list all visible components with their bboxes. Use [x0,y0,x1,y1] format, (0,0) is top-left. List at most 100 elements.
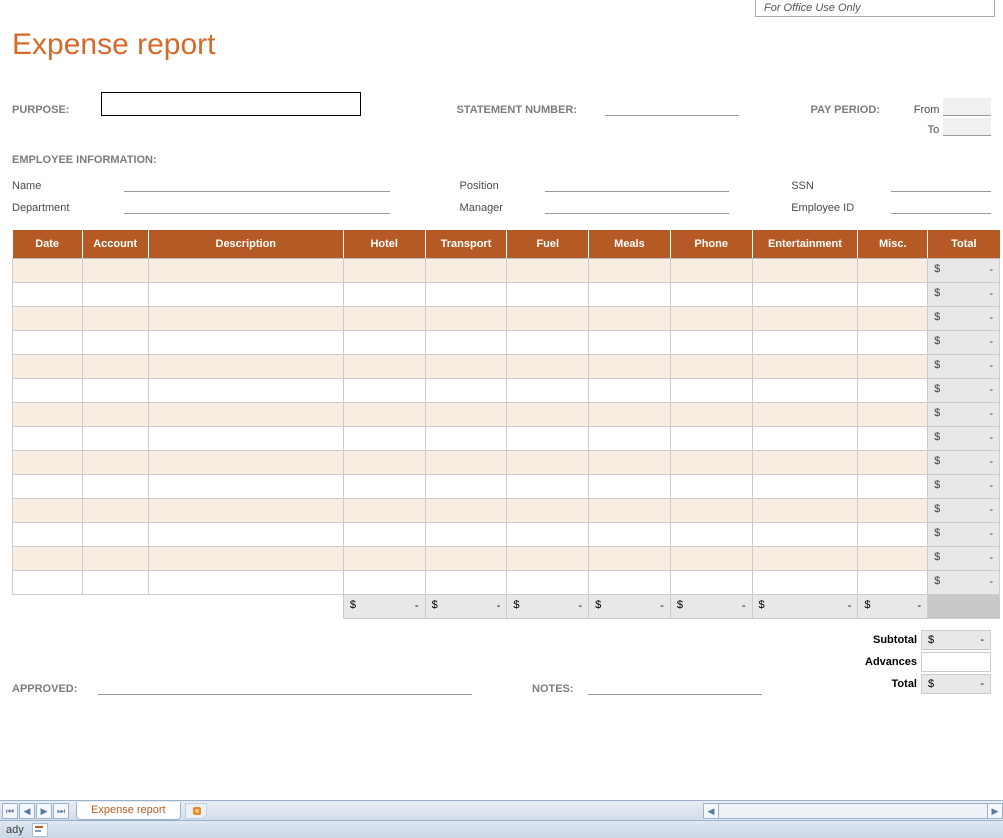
position-input[interactable] [545,174,729,192]
table-cell[interactable] [752,522,858,546]
table-cell[interactable] [425,450,507,474]
table-cell[interactable] [589,330,671,354]
tab-nav-next[interactable]: ▶ [36,803,52,819]
table-cell[interactable] [507,426,589,450]
ssn-input[interactable] [891,174,991,192]
table-cell[interactable] [752,402,858,426]
table-cell[interactable] [507,354,589,378]
table-cell[interactable] [507,258,589,282]
table-cell[interactable] [670,570,752,594]
table-cell[interactable] [752,354,858,378]
table-cell[interactable] [507,522,589,546]
table-cell[interactable] [507,546,589,570]
notes-input[interactable] [588,677,762,695]
table-cell[interactable] [148,258,343,282]
table-cell[interactable] [13,450,83,474]
table-cell[interactable] [148,474,343,498]
table-cell[interactable] [670,474,752,498]
pay-period-from-input[interactable] [943,98,991,116]
department-input[interactable] [124,196,390,214]
hscroll-right[interactable]: ▶ [987,803,1003,819]
new-sheet-button[interactable] [185,803,207,819]
table-cell[interactable] [589,258,671,282]
table-cell[interactable] [589,450,671,474]
table-cell[interactable] [343,474,425,498]
table-cell[interactable] [507,330,589,354]
table-cell[interactable] [343,258,425,282]
manager-input[interactable] [545,196,729,214]
table-cell[interactable] [589,570,671,594]
table-cell[interactable] [670,378,752,402]
table-cell[interactable] [507,474,589,498]
table-cell[interactable] [425,282,507,306]
table-cell[interactable] [425,378,507,402]
table-cell[interactable] [858,306,928,330]
tab-nav-prev[interactable]: ◀ [19,803,35,819]
table-cell[interactable] [82,570,148,594]
table-cell[interactable] [507,450,589,474]
table-cell[interactable] [752,378,858,402]
table-cell[interactable] [858,330,928,354]
table-cell[interactable] [425,570,507,594]
table-cell[interactable] [752,282,858,306]
table-cell[interactable] [858,522,928,546]
table-cell[interactable] [82,354,148,378]
table-cell[interactable] [507,282,589,306]
macro-record-icon[interactable] [32,823,48,837]
table-cell[interactable] [858,450,928,474]
table-cell[interactable] [752,306,858,330]
table-cell[interactable] [13,378,83,402]
table-cell[interactable] [343,354,425,378]
table-cell[interactable] [670,498,752,522]
table-cell[interactable] [670,546,752,570]
table-cell[interactable] [343,402,425,426]
table-cell[interactable] [670,354,752,378]
table-cell[interactable] [752,570,858,594]
table-cell[interactable] [148,498,343,522]
statement-number-input[interactable] [605,98,739,116]
table-cell[interactable] [589,546,671,570]
table-cell[interactable] [148,282,343,306]
table-cell[interactable] [148,402,343,426]
table-cell[interactable] [13,354,83,378]
table-cell[interactable] [343,282,425,306]
table-cell[interactable] [82,450,148,474]
table-cell[interactable] [13,546,83,570]
table-cell[interactable] [13,498,83,522]
table-cell[interactable] [858,498,928,522]
table-cell[interactable] [589,378,671,402]
employee-id-input[interactable] [891,196,991,214]
table-cell[interactable] [343,330,425,354]
pay-period-to-input[interactable] [943,118,991,136]
table-cell[interactable] [343,450,425,474]
table-cell[interactable] [343,378,425,402]
table-cell[interactable] [589,282,671,306]
table-cell[interactable] [82,282,148,306]
table-cell[interactable] [752,258,858,282]
table-cell[interactable] [343,522,425,546]
table-cell[interactable] [670,330,752,354]
table-cell[interactable] [82,546,148,570]
table-cell[interactable] [13,522,83,546]
table-cell[interactable] [148,426,343,450]
table-cell[interactable] [670,450,752,474]
table-cell[interactable] [858,354,928,378]
table-cell[interactable] [507,378,589,402]
table-cell[interactable] [670,258,752,282]
table-cell[interactable] [858,474,928,498]
table-cell[interactable] [82,498,148,522]
table-cell[interactable] [507,498,589,522]
table-cell[interactable] [13,282,83,306]
table-cell[interactable] [13,402,83,426]
table-cell[interactable] [343,306,425,330]
table-cell[interactable] [858,426,928,450]
table-cell[interactable] [589,354,671,378]
table-cell[interactable] [148,330,343,354]
table-cell[interactable] [670,282,752,306]
table-cell[interactable] [589,306,671,330]
table-cell[interactable] [148,450,343,474]
tab-nav-first[interactable]: ⏮ [2,803,18,819]
table-cell[interactable] [82,426,148,450]
table-cell[interactable] [148,522,343,546]
table-cell[interactable] [425,474,507,498]
